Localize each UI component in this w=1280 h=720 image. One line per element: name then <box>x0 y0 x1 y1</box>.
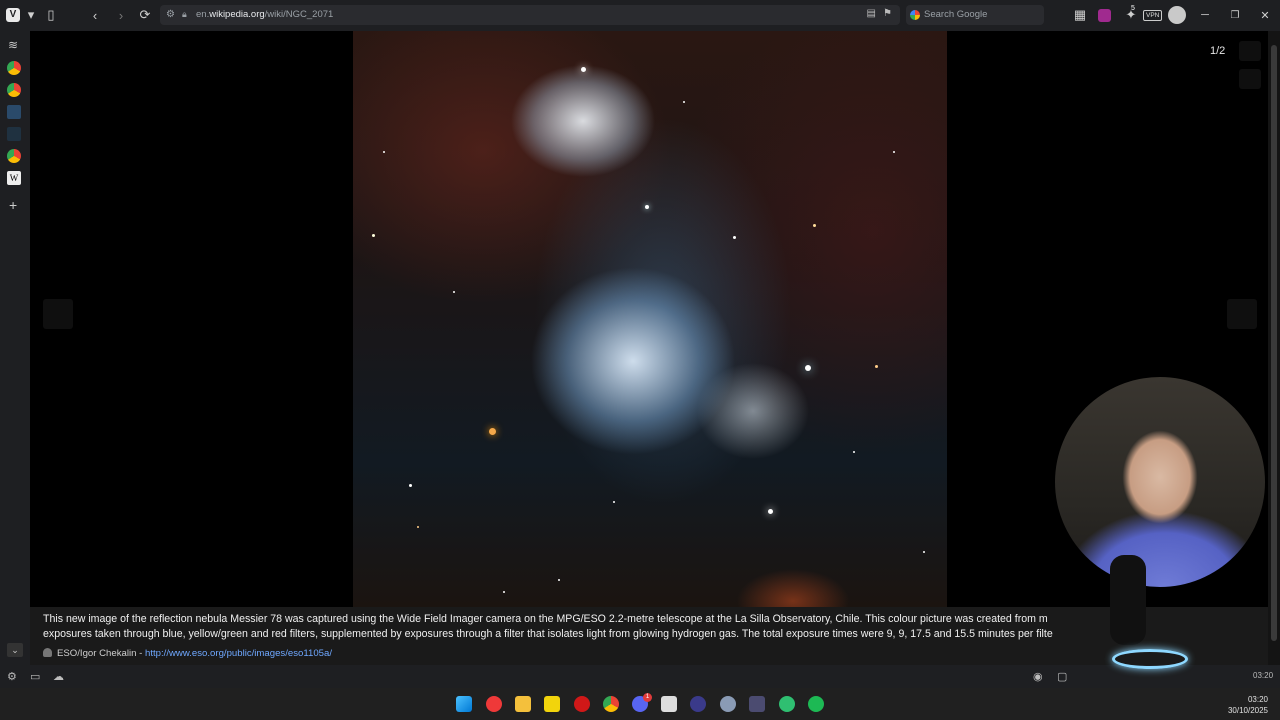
app-icon[interactable] <box>661 696 677 712</box>
file-explorer-icon[interactable] <box>515 696 531 712</box>
system-clock[interactable]: 03:20 30/10/2025 <box>1228 694 1268 716</box>
nebula-image <box>353 31 947 607</box>
caption-line: exposures taken through blue, yellow/gre… <box>43 628 1053 640</box>
star <box>581 67 586 72</box>
bookmark-icon[interactable]: ⚑ <box>883 8 892 19</box>
reader-view-icon[interactable]: ▤ <box>867 8 876 19</box>
sidebar-google-icon[interactable] <box>7 83 21 97</box>
profile-avatar[interactable] <box>1168 6 1186 24</box>
forward-button[interactable]: › <box>110 4 132 26</box>
menu-chevron-icon[interactable]: ▾ <box>20 4 42 26</box>
ring-light <box>1112 649 1188 669</box>
star <box>558 579 560 581</box>
star <box>645 205 649 209</box>
person-icon <box>43 648 52 657</box>
browser-statusbar: ⚙ ▭ ☁ ◉ ▢ 03:20 <box>0 665 1280 688</box>
extension-count-badge: 5 <box>1131 5 1135 12</box>
star <box>923 551 925 553</box>
caption-line: This new image of the reflection nebula … <box>43 613 1048 625</box>
image-caption: This new image of the reflection nebula … <box>43 612 1068 642</box>
sidebar-app-icon[interactable] <box>7 105 21 119</box>
window-panel-icon[interactable]: ▭ <box>30 670 40 683</box>
google-icon <box>910 10 920 20</box>
page-scrollbar[interactable] <box>1268 31 1280 665</box>
image-credit: ESO/Igor Chekalin - http://www.eso.org/p… <box>43 648 332 659</box>
star <box>503 591 505 593</box>
tab-stack-icon[interactable]: ≋ <box>8 38 18 52</box>
star <box>489 428 496 435</box>
extension-icon[interactable] <box>1098 9 1111 22</box>
webcam-overlay <box>1055 377 1265 587</box>
camera-icon[interactable]: ◉ <box>1033 670 1043 683</box>
viewer-fullscreen-button[interactable] <box>1239 69 1261 89</box>
calendar-icon[interactable]: ▦ <box>1069 4 1091 26</box>
sticky-notes-icon[interactable] <box>544 696 560 712</box>
collapse-chevron-icon[interactable]: ⌄ <box>7 643 23 657</box>
opera-icon[interactable] <box>574 696 590 712</box>
vpn-button[interactable]: VPN <box>1143 10 1163 21</box>
star <box>417 526 419 528</box>
reload-button[interactable]: ⟳ <box>134 4 156 26</box>
sidebar: ≋ W + ⌄ <box>0 31 30 665</box>
lock-icon: 🔒︎ <box>182 9 187 19</box>
star <box>383 151 385 153</box>
vivaldi-menu-icon[interactable]: V <box>6 8 20 22</box>
credit-link[interactable]: http://www.eso.org/public/images/eso1105… <box>145 648 332 659</box>
star <box>372 234 375 237</box>
close-button[interactable]: ✕ <box>1254 4 1276 26</box>
star <box>853 451 855 453</box>
star <box>875 365 878 368</box>
star <box>683 101 685 103</box>
search-field[interactable]: Search Google <box>906 5 1044 25</box>
microphone <box>1110 555 1146 645</box>
viewer-close-button[interactable] <box>1239 41 1261 61</box>
image-counter: 1/2 <box>1210 45 1226 57</box>
back-button[interactable]: ‹ <box>84 4 106 26</box>
restore-button[interactable]: ❐ <box>1224 4 1246 26</box>
scrollbar-thumb[interactable] <box>1271 45 1277 641</box>
previous-image-button[interactable] <box>43 299 73 329</box>
star <box>768 509 773 514</box>
discord-badge: 1 <box>643 693 652 702</box>
clock-time: 03:20 <box>1247 695 1268 704</box>
browser-toolbar: V ▾ ▯ ‹ › ⟳ ⚙ 🔒︎ en.wikipedia.org/wiki/N… <box>0 0 1280 31</box>
search-placeholder: Search Google <box>924 9 988 20</box>
settings-icon[interactable]: ⚙ <box>7 670 17 683</box>
address-url: en.wikipedia.org/wiki/NGC_2071 <box>196 9 334 20</box>
chrome-icon[interactable] <box>603 696 619 712</box>
active-app-icon[interactable] <box>749 696 765 712</box>
windows-start-icon[interactable] <box>456 696 472 712</box>
star <box>805 365 811 371</box>
sidebar-google-icon[interactable] <box>7 61 21 75</box>
windows-taskbar: 1 03:20 30/10/2025 <box>0 688 1280 720</box>
sidebar-google-icon[interactable] <box>7 149 21 163</box>
image-caption-panel: This new image of the reflection nebula … <box>30 607 1268 665</box>
address-bar[interactable]: ⚙ 🔒︎ en.wikipedia.org/wiki/NGC_2071 ▤ ⚑ <box>160 5 900 25</box>
panel-toggle-icon[interactable]: ▯ <box>40 4 62 26</box>
app-icon[interactable] <box>779 696 795 712</box>
star <box>409 484 412 487</box>
star <box>813 224 816 227</box>
star <box>453 291 455 293</box>
star <box>613 501 615 503</box>
minimize-button[interactable]: ─ <box>1194 4 1216 26</box>
cloud-sync-icon[interactable]: ☁ <box>53 670 64 683</box>
add-panel-icon[interactable]: + <box>9 197 17 213</box>
star <box>733 236 736 239</box>
settings-app-icon[interactable] <box>720 696 736 712</box>
status-clock: 03:20 <box>1253 671 1274 680</box>
star <box>893 151 895 153</box>
spotify-icon[interactable] <box>808 696 824 712</box>
wikipedia-icon[interactable]: W <box>7 171 21 185</box>
vivaldi-taskbar-icon[interactable] <box>486 696 502 712</box>
app-icon[interactable] <box>690 696 706 712</box>
tile-icon[interactable]: ▢ <box>1057 670 1067 683</box>
sidebar-app-icon[interactable] <box>7 127 21 141</box>
clock-date: 30/10/2025 <box>1227 706 1268 715</box>
site-info-icon[interactable]: ⚙ <box>166 9 175 20</box>
next-image-button[interactable] <box>1227 299 1257 329</box>
credit-author: ESO/Igor Chekalin - <box>57 648 145 659</box>
